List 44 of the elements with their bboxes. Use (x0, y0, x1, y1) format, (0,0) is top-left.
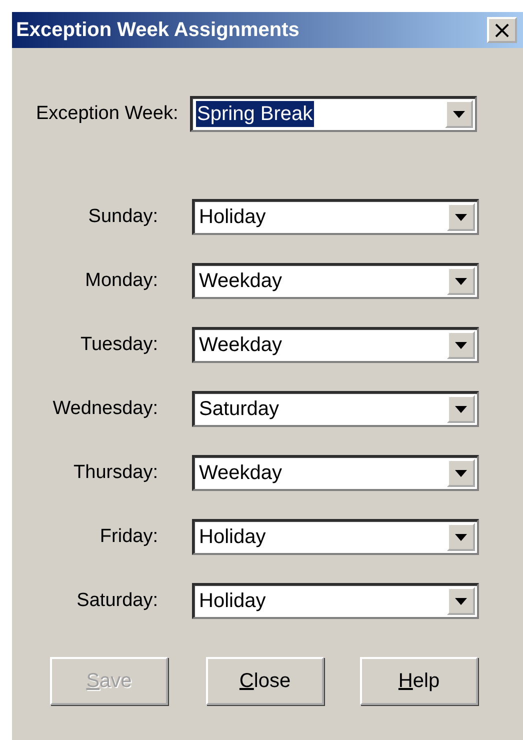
dropdown-field[interactable]: Weekday (192, 455, 479, 491)
dropdown-value: Weekday (198, 333, 284, 358)
dropdown-field[interactable]: Holiday (192, 199, 479, 235)
dropdown-field[interactable]: Holiday (192, 583, 479, 619)
field-label: Friday: (98, 526, 158, 548)
caret-icon (455, 598, 467, 604)
caret-icon (453, 110, 465, 118)
dropdown-button[interactable] (447, 331, 475, 359)
field-label: Monday: (84, 270, 158, 292)
dropdown-value: Holiday (198, 205, 267, 230)
dropdown-value: Weekday (198, 461, 284, 486)
caret-icon (455, 342, 467, 348)
dropdown-button[interactable] (447, 203, 475, 231)
dropdown-button[interactable] (447, 395, 475, 423)
dialog-button[interactable]: Close (206, 657, 324, 705)
dropdown-button[interactable] (447, 267, 475, 295)
dropdown-button[interactable] (445, 100, 473, 128)
dropdown-field[interactable]: Weekday (192, 327, 479, 363)
caret-icon (455, 214, 467, 220)
field-label: Exception Week: (35, 102, 180, 126)
dropdown-button[interactable] (447, 587, 475, 615)
close-button[interactable]: × (487, 17, 517, 43)
caret-icon (455, 406, 467, 412)
dropdown-field[interactable]: Holiday (192, 519, 479, 555)
dropdown-field[interactable]: Saturday (192, 391, 479, 427)
dropdown-value: Holiday (198, 589, 267, 614)
dropdown-value: Spring Break (196, 101, 314, 127)
dropdown-value: Weekday (198, 269, 284, 294)
caret-icon (455, 470, 467, 476)
dropdown-button[interactable] (447, 459, 475, 487)
dropdown-value: Saturday (198, 397, 280, 422)
field-label: Sunday: (87, 206, 158, 228)
field-label: Saturday: (76, 590, 158, 612)
caret-icon (455, 278, 467, 284)
window-title: Exception Week Assignments (16, 18, 300, 42)
field-label: Wednesday: (52, 398, 158, 420)
dropdown-field[interactable]: Spring Break (190, 96, 477, 132)
dropdown-field[interactable]: Weekday (192, 263, 479, 299)
dialog-button[interactable]: Help (360, 657, 478, 705)
field-label: Thursday: (72, 462, 158, 484)
field-label: Tuesday: (80, 334, 158, 356)
caret-icon (455, 534, 467, 540)
dropdown-value: Holiday (198, 525, 267, 550)
dropdown-button[interactable] (447, 523, 475, 551)
